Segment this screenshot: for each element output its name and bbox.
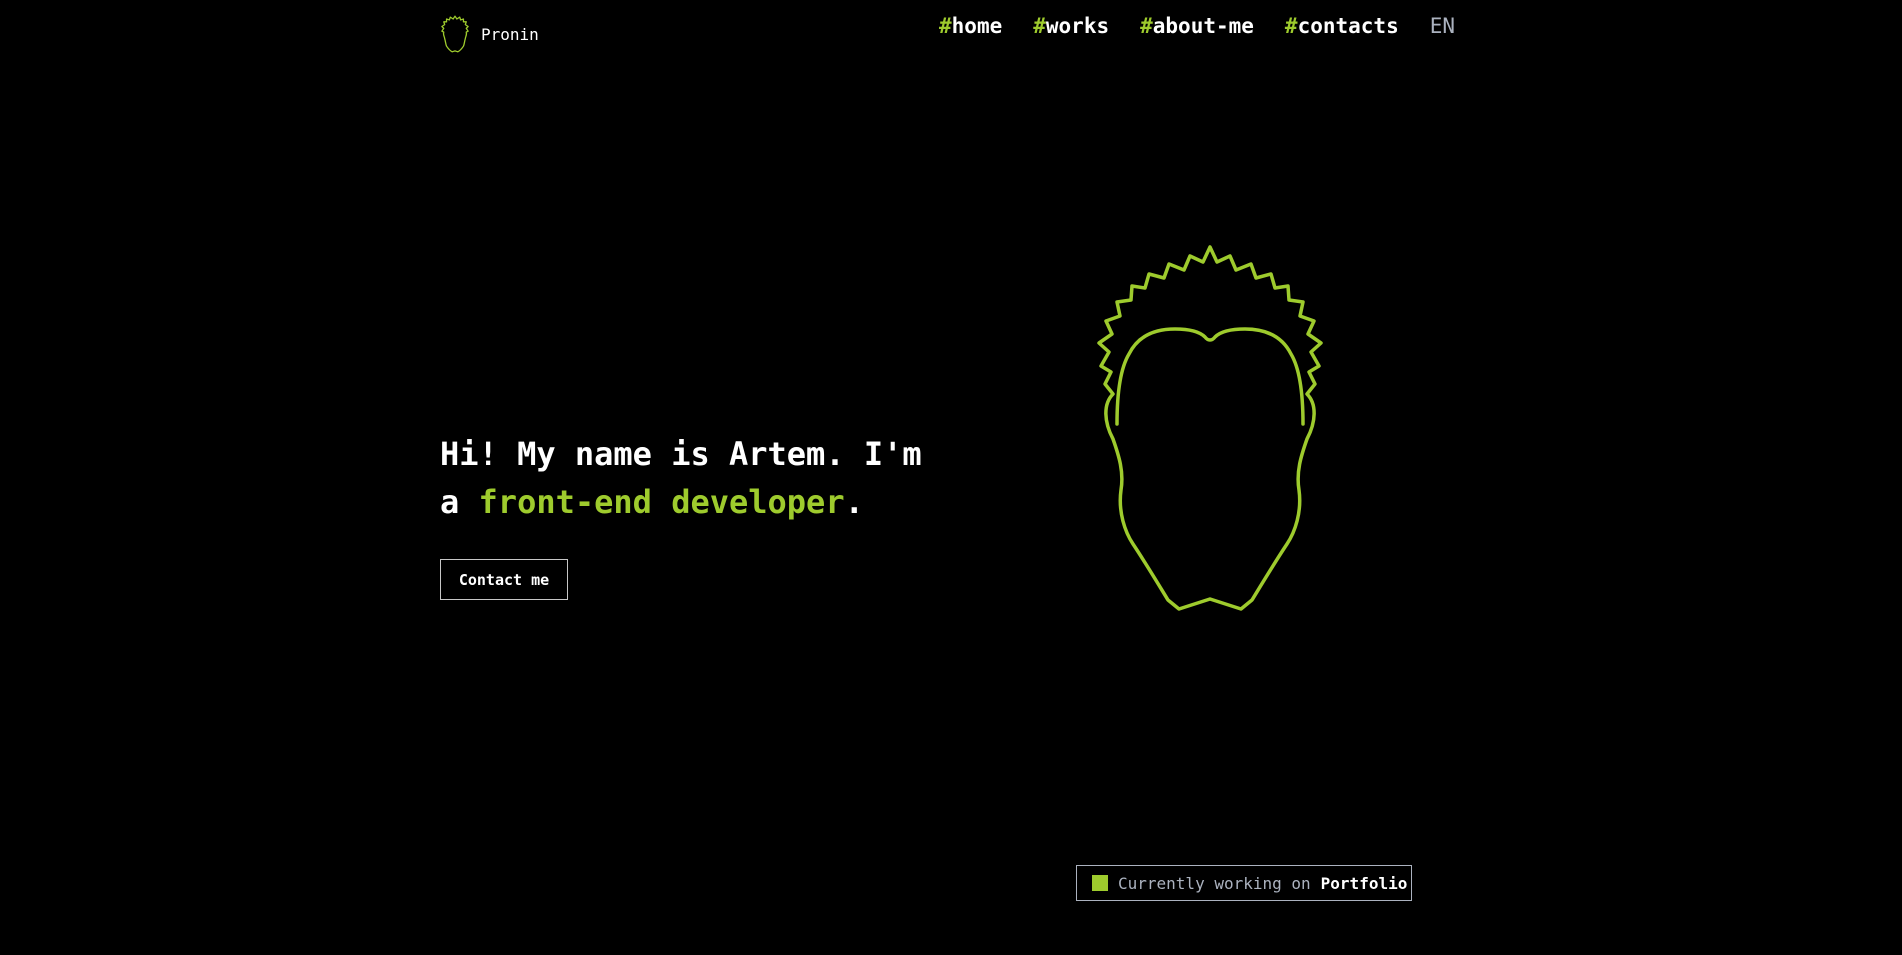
status-project: Portfolio — [1320, 873, 1408, 893]
head-outline-icon — [1055, 244, 1365, 653]
status-prefix: Currently working on — [1118, 873, 1311, 893]
hero-title: Hi! My name is Artem. I'm a front-end de… — [440, 430, 960, 526]
status-indicator — [1092, 875, 1108, 891]
brand-name: Pronin — [481, 24, 539, 44]
nav-item-label: works — [1045, 14, 1110, 38]
head-outline-icon — [440, 14, 470, 54]
nav-hash: # — [1284, 14, 1298, 38]
hero-title-accent: front-end developer — [478, 483, 845, 521]
logo-link[interactable]: Pronin — [440, 14, 539, 54]
nav-item-label: home — [951, 14, 1003, 38]
contact-me-button[interactable]: Contact me — [440, 559, 568, 600]
hero-title-end: . — [844, 483, 864, 521]
nav-item-contacts[interactable]: #contacts — [1285, 14, 1399, 38]
nav-item-about-me[interactable]: #about-me — [1140, 14, 1254, 38]
nav-hash: # — [1033, 14, 1046, 38]
language-switcher[interactable]: EN — [1430, 14, 1455, 38]
status-box: Currently working on Portfolio — [1076, 865, 1412, 901]
nav-hash: # — [939, 14, 952, 38]
nav-item-home[interactable]: #home — [939, 14, 1002, 38]
nav-item-label: contacts — [1297, 14, 1399, 38]
main-nav: #home #works #about-me #contacts EN — [939, 14, 1455, 38]
nav-hash: # — [1140, 14, 1153, 38]
nav-item-works[interactable]: #works — [1033, 14, 1109, 38]
site-header: Pronin #home #works #about-me #contacts … — [0, 0, 1902, 60]
nav-item-label: about-me — [1152, 14, 1254, 38]
